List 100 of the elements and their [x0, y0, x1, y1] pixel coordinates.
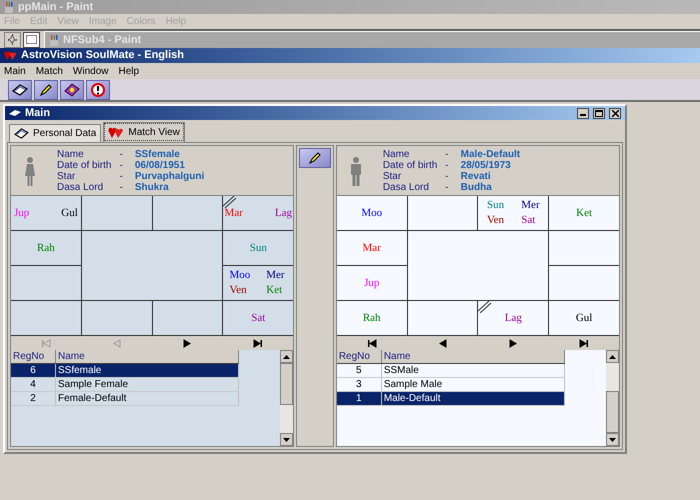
table-cell: 4	[11, 378, 56, 391]
planet-label: Ven	[486, 215, 506, 226]
planet-label: Moo	[229, 270, 250, 281]
menu-item[interactable]: Window	[72, 64, 108, 78]
planet-label: Mer	[521, 200, 540, 211]
table-row[interactable]: 2 Female-Default	[11, 392, 239, 406]
planet-label: Rah	[37, 242, 55, 254]
last-record-icon[interactable]	[578, 338, 589, 348]
planet-label: Sat	[521, 215, 536, 226]
rect-select-button[interactable]	[23, 32, 40, 48]
planet-label: Rah	[362, 312, 381, 324]
field-label: Date of birth	[382, 160, 438, 170]
background-subwindow-title: NFSub4 - Paint	[63, 32, 142, 48]
field-label: Name	[57, 148, 85, 160]
previous-record-icon[interactable]	[438, 338, 448, 348]
window-title: AstroVision SoulMate - English	[21, 48, 184, 64]
table-row[interactable]: 6 SSfemale	[11, 364, 239, 378]
star-select-icon	[7, 34, 18, 45]
table-cell: 6	[11, 364, 56, 377]
book-icon	[14, 128, 29, 139]
match-button[interactable]	[298, 148, 331, 168]
planet-label: Lag	[274, 208, 292, 218]
scroll-down-icon[interactable]	[608, 438, 616, 442]
field-value: SSfemale	[134, 148, 181, 160]
male-figure-icon	[348, 156, 363, 186]
field-separator: -	[445, 170, 450, 182]
maximize-icon	[595, 110, 603, 116]
planet-label: Gul	[576, 312, 592, 324]
child-window-title: Main	[25, 106, 52, 121]
field-separator: -	[119, 170, 124, 182]
field-label: Date of birth	[57, 160, 112, 170]
scroll-up-icon[interactable]	[608, 354, 616, 358]
column-header[interactable]: Name	[382, 350, 565, 363]
next-record-icon[interactable]	[508, 338, 518, 348]
scrollbar-thumb[interactable]	[280, 363, 294, 405]
minimize-icon	[580, 114, 586, 116]
column-header[interactable]: RegNo	[336, 350, 382, 363]
toolbar-button[interactable]	[34, 80, 58, 100]
table-cell: Male-Default	[382, 392, 565, 405]
minimize-button[interactable]	[577, 108, 589, 118]
vertical-scrollbar[interactable]	[606, 350, 619, 446]
field-value: Male-Default	[460, 148, 520, 160]
planet-label: Ven	[229, 285, 248, 296]
pencil-icon	[308, 151, 322, 165]
field-separator: -	[445, 160, 450, 170]
scroll-down-icon[interactable]	[283, 438, 290, 442]
female-figure-icon	[23, 156, 37, 186]
tab[interactable]: Match View	[103, 122, 185, 142]
table-cell: SSMale	[382, 364, 565, 377]
scroll-up-icon[interactable]	[283, 354, 290, 358]
planet-label: Mar	[224, 208, 243, 218]
paint-app-icon	[4, 2, 14, 12]
planet-label: Moo	[361, 208, 382, 218]
field-label: Dasa Lord	[57, 182, 104, 192]
hearts-icon	[4, 50, 17, 61]
toolbar-button[interactable]	[8, 80, 32, 100]
menu-item[interactable]: Match	[36, 64, 63, 78]
scrollbar-thumb[interactable]	[606, 391, 619, 433]
tab[interactable]: Personal Data	[9, 124, 102, 142]
next-record-icon[interactable]	[182, 338, 192, 348]
book-icon	[12, 84, 28, 96]
table-cell: SSfemale	[56, 364, 239, 377]
table-cell: 2	[11, 392, 56, 405]
table-cell: Female-Default	[56, 392, 239, 405]
rect-select-icon	[26, 35, 37, 44]
field-value: Purvaphalguni	[134, 170, 204, 182]
select-tool-button[interactable]	[4, 32, 21, 48]
table-row[interactable]: 4 Sample Female	[11, 378, 239, 392]
table-row[interactable]: 1 Male-Default	[336, 392, 565, 406]
planet-label: Sun	[486, 200, 506, 211]
menu-item[interactable]: Main	[4, 64, 26, 78]
field-separator: -	[445, 182, 450, 192]
field-value: Budha	[460, 182, 493, 192]
close-button[interactable]	[609, 108, 621, 118]
column-header[interactable]: Name	[56, 350, 239, 363]
planet-label: Mar	[362, 242, 381, 254]
toolbar-button[interactable]	[60, 80, 84, 100]
table-cell: Sample Male	[382, 378, 565, 391]
planet-label: Mer	[266, 270, 286, 281]
last-record-icon[interactable]	[252, 338, 263, 348]
field-separator: -	[119, 160, 124, 170]
pencil-icon	[39, 82, 53, 96]
planet-label: Gul	[61, 208, 78, 218]
planet-label: Ket	[266, 285, 284, 296]
field-label: Name	[382, 148, 410, 160]
vertical-scrollbar[interactable]	[280, 350, 294, 446]
field-value: 28/05/1973	[460, 160, 512, 170]
maximize-button[interactable]	[593, 108, 605, 118]
field-separator: -	[119, 148, 124, 160]
planet-label: Ket	[576, 208, 592, 218]
field-separator: -	[119, 182, 124, 192]
planet-label: Sun	[250, 242, 267, 254]
table-cell: 5	[336, 364, 382, 377]
menu-item[interactable]: Help	[118, 64, 140, 78]
first-record-icon[interactable]	[367, 338, 378, 348]
toolbar-button[interactable]	[86, 80, 110, 100]
hearts-icon	[108, 126, 124, 139]
table-row[interactable]: 5 SSMale	[336, 364, 565, 378]
background-window-title: ppMain - Paint	[18, 0, 94, 15]
column-header[interactable]: RegNo	[11, 350, 56, 363]
